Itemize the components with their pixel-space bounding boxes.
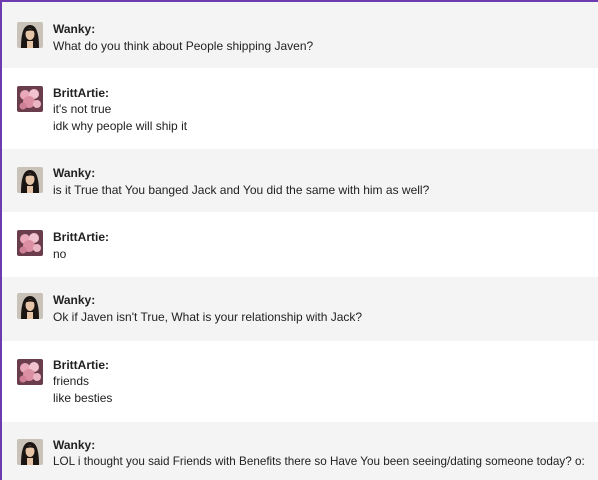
chat-message: BrittArtie: it's not true idk why people… bbox=[2, 68, 598, 149]
avatar-image bbox=[17, 86, 43, 112]
chat-message: Wanky: Ok if Javen isn't True, What is y… bbox=[2, 277, 598, 341]
message-author: BrittArtie: bbox=[53, 230, 109, 244]
avatar-image bbox=[17, 439, 43, 465]
chat-message: BrittArtie: friends like besties bbox=[2, 341, 598, 422]
message-author: Wanky: bbox=[53, 22, 96, 36]
avatar-image bbox=[17, 167, 43, 193]
avatar-image bbox=[17, 293, 43, 319]
message-text: friends bbox=[53, 374, 90, 388]
message-author: Wanky: bbox=[53, 166, 96, 180]
message-text: like besties bbox=[53, 391, 113, 405]
message-text: What do you think about People shipping … bbox=[53, 39, 314, 53]
message-author: BrittArtie: bbox=[53, 358, 109, 372]
avatar-image bbox=[17, 230, 43, 256]
pink-floral-avatar[interactable] bbox=[17, 230, 43, 256]
message-text: LOL i thought you said Friends with Bene… bbox=[53, 455, 585, 468]
woman-portrait-avatar[interactable] bbox=[17, 22, 43, 48]
message-author: Wanky: bbox=[53, 438, 96, 452]
message-text: no bbox=[53, 247, 67, 261]
chat-message: Wanky: is it True that You banged Jack a… bbox=[2, 149, 598, 212]
message-text: idk why people will ship it bbox=[53, 119, 188, 133]
message-text: Ok if Javen isn't True, What is your rel… bbox=[53, 310, 363, 324]
woman-portrait-avatar[interactable] bbox=[17, 293, 43, 319]
avatar-image bbox=[17, 359, 43, 385]
pink-floral-avatar[interactable] bbox=[17, 86, 43, 112]
avatar-image bbox=[17, 22, 43, 48]
chat-message: BrittArtie: no bbox=[2, 212, 598, 277]
woman-portrait-avatar[interactable] bbox=[17, 167, 43, 193]
chat-message: Wanky: LOL i thought you said Friends wi… bbox=[2, 422, 598, 480]
message-text: is it True that You banged Jack and You … bbox=[53, 183, 430, 197]
chat-message: Wanky: What do you think about People sh… bbox=[2, 2, 598, 68]
pink-floral-avatar[interactable] bbox=[17, 359, 43, 385]
message-author: BrittArtie: bbox=[53, 86, 109, 100]
message-author: Wanky: bbox=[53, 293, 96, 307]
woman-portrait-avatar[interactable] bbox=[17, 439, 43, 465]
message-text: it's not true bbox=[53, 102, 112, 116]
